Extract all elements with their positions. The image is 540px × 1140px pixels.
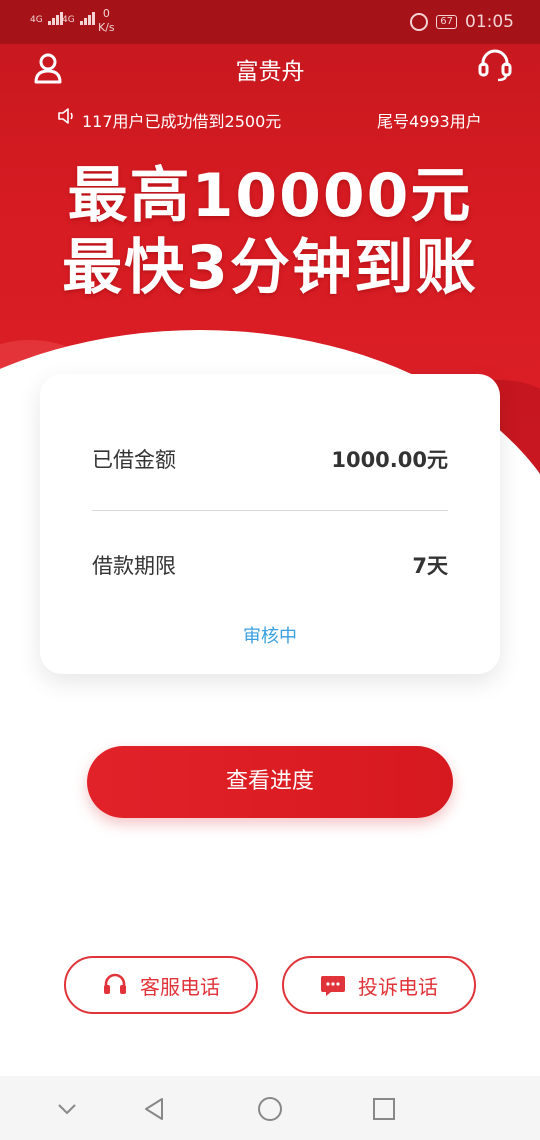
ticker-message-2: 尾号4993用户 xyxy=(377,112,482,131)
signal-indicator-1: 4G xyxy=(30,12,64,25)
clock: 01:05 xyxy=(465,12,514,32)
announcement-ticker: 117用户已成功借到2500元 尾号4993用户 xyxy=(0,104,540,132)
chevron-down-icon[interactable] xyxy=(52,1094,82,1124)
headline-line-2: 最快3分钟到账 xyxy=(62,233,478,303)
network-speed-unit: K/s xyxy=(98,21,115,34)
term-value: 7天 xyxy=(412,554,448,578)
nav-bar: 富贵舟 xyxy=(0,44,540,90)
network-speed-value: 0 xyxy=(102,7,110,20)
signal-label-2: 4G xyxy=(62,15,75,25)
network-speed: 0 K/s xyxy=(98,7,115,35)
back-icon[interactable] xyxy=(140,1094,170,1124)
amount-value: 1000.00元 xyxy=(331,448,448,472)
status-bar: 4G 4G 0 K/s 67 01:05 xyxy=(0,0,540,44)
review-status: 审核中 xyxy=(243,626,297,647)
page-title: 富贵舟 xyxy=(235,59,305,85)
alarm-icon xyxy=(410,13,429,31)
complaint-label: 投诉电话 xyxy=(358,974,438,999)
promo-headline: 最高10000元 最快3分钟到账 xyxy=(0,160,540,304)
headline-line-1: 最高10000元 xyxy=(67,161,473,231)
signal-indicator-2: 4G xyxy=(62,12,96,25)
signal-label-1: 4G xyxy=(30,15,43,25)
chat-icon xyxy=(321,976,345,996)
amount-row: 已借金额 1000.00元 xyxy=(92,438,448,478)
system-nav-bar xyxy=(0,1076,540,1140)
headset-icon xyxy=(104,973,126,994)
complaint-button[interactable]: 投诉电话 xyxy=(282,956,476,1014)
recents-icon[interactable] xyxy=(369,1094,399,1124)
signal-bars-icon xyxy=(79,12,96,25)
loan-card: 已借金额 1000.00元 借款期限 7天 审核中 xyxy=(40,374,500,674)
customer-service-button[interactable]: 客服电话 xyxy=(64,956,258,1014)
customer-service-label: 客服电话 xyxy=(140,974,220,999)
speaker-icon xyxy=(58,108,73,124)
ticker-message-1: 117用户已成功借到2500元 xyxy=(82,112,282,131)
status-right: 67 01:05 xyxy=(410,12,514,32)
term-row: 借款期限 7天 xyxy=(92,544,448,584)
home-icon[interactable] xyxy=(255,1094,285,1124)
headset-icon[interactable] xyxy=(478,48,512,82)
card-divider xyxy=(92,510,448,511)
term-label: 借款期限 xyxy=(92,554,176,578)
battery-icon: 67 xyxy=(436,15,457,29)
amount-label: 已借金额 xyxy=(92,448,176,472)
view-progress-button[interactable]: 查看进度 xyxy=(87,746,453,818)
battery-level: 67 xyxy=(440,16,453,27)
